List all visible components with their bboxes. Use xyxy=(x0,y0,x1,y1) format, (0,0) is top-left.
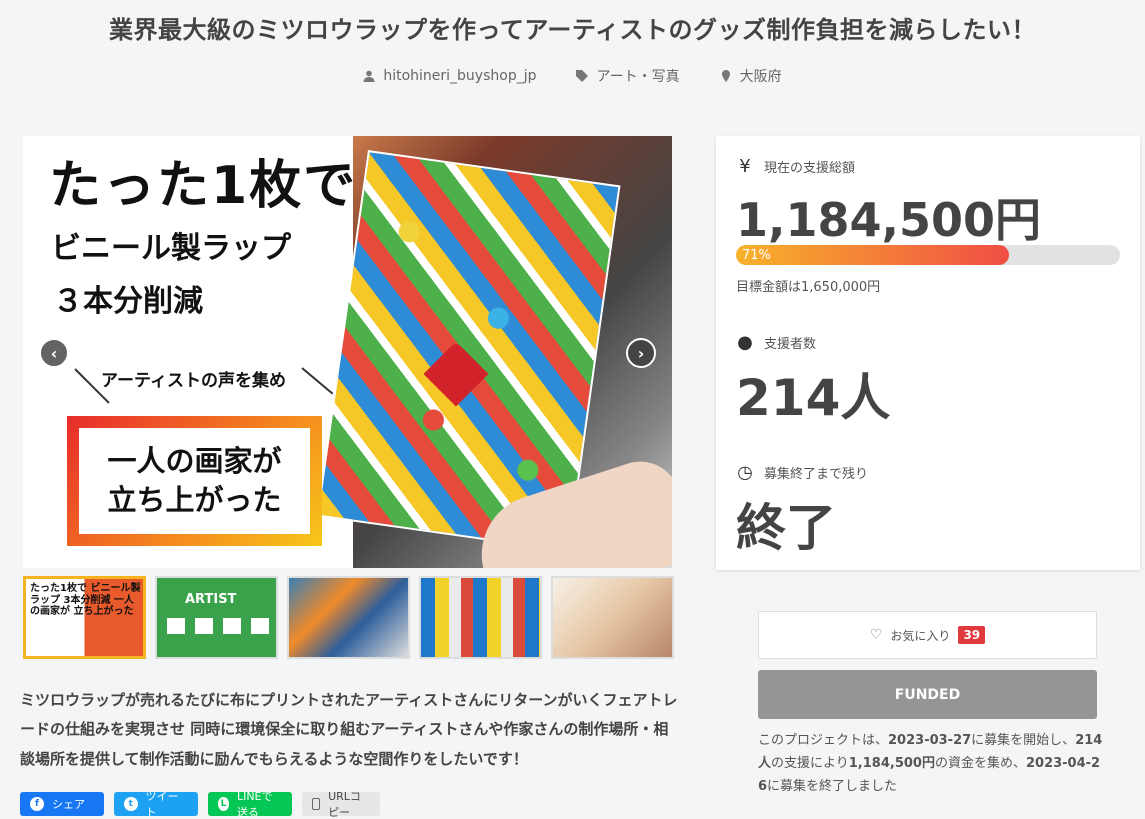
thumbnail-1-text: たった1枚で ビニール製ラップ 3本分削減 一人の画家が 立ち上がった xyxy=(30,583,141,617)
location-link[interactable]: 大阪府 xyxy=(720,66,782,86)
remaining-value: 終了 xyxy=(736,499,836,557)
note-mid2: の支援により xyxy=(771,755,849,771)
project-description: ミツロウラップが売れるたびに布にプリントされたアーティストさんにリターンがいくフ… xyxy=(20,691,678,768)
project-title: 業界最大級のミツロウラップを作ってアーティストのグッズ制作負担を減らしたい！ xyxy=(109,16,1036,44)
decor-slash-right xyxy=(301,367,334,395)
url-copy-label: URLコピー xyxy=(328,790,361,819)
thumbnail-1[interactable]: たった1枚で ビニール製ラップ 3本分削減 一人の画家が 立ち上がった xyxy=(23,576,146,659)
slideshow-prev-button[interactable]: ‹ xyxy=(39,338,69,368)
owner-name: hitohineri_buyshop_jp xyxy=(383,68,537,84)
project-meta: hitohineri_buyshop_jp アート・写真 大阪府 xyxy=(0,66,1145,86)
owner-link[interactable]: hitohineri_buyshop_jp xyxy=(363,66,536,86)
backers-label: ● 支援者数 xyxy=(736,332,816,353)
line-icon: L xyxy=(218,797,229,811)
facebook-share-button[interactable]: f シェア xyxy=(20,792,104,816)
stats-panel: ¥ 現在の支援総額 1,184,500円 71% 目標金額は1,650,000円… xyxy=(716,136,1140,570)
total-label-text: 現在の支援総額 xyxy=(764,161,856,176)
twitter-share-label: ツイート xyxy=(145,790,179,819)
thumbnail-2[interactable]: ARTIST xyxy=(155,576,278,659)
chevron-left-icon: ‹ xyxy=(50,343,58,363)
total-label: ¥ 現在の支援総額 xyxy=(736,156,855,177)
favorite-button[interactable]: ♡ お気に入り 39 xyxy=(758,611,1097,659)
note-prefix: このプロジェクトは、 xyxy=(758,733,889,748)
slideshow-next-button[interactable]: › xyxy=(626,338,656,368)
progress-fill: 71% xyxy=(736,245,1009,265)
remaining-label-text: 募集終了まで残り xyxy=(764,467,869,482)
user-icon xyxy=(363,70,375,82)
goal-amount: 目標金額は1,650,000円 xyxy=(736,280,881,295)
share-buttons: f シェア t ツイート L LINEで送る URLコピー xyxy=(20,790,380,819)
favorite-count-badge: 39 xyxy=(958,626,986,644)
line-share-button[interactable]: L LINEで送る xyxy=(208,790,292,819)
category-link[interactable]: アート・写真 xyxy=(576,66,680,86)
yen-icon: ¥ xyxy=(739,156,751,177)
funded-button[interactable]: FUNDED xyxy=(758,670,1097,719)
total-amount: 1,184,500円 xyxy=(736,193,1041,247)
heart-icon: ♡ xyxy=(869,627,883,643)
hero-voice-text: アーティストの声を集め xyxy=(101,371,286,391)
backers-label-text: 支援者数 xyxy=(764,337,817,352)
thumbnail-3[interactable] xyxy=(287,576,410,659)
hero-slideshow[interactable]: たった1枚で ビニール製ラップ ３本分削減 アーティストの声を集め 一人の画家が… xyxy=(23,136,672,568)
thumbnail-2-text: ARTIST xyxy=(185,592,237,607)
facebook-share-label: シェア xyxy=(52,798,85,811)
hero-headline: たった1枚で xyxy=(49,156,358,216)
facebook-icon: f xyxy=(30,797,44,811)
user-icon: ● xyxy=(737,332,753,353)
url-copy-button[interactable]: URLコピー xyxy=(302,790,380,819)
copy-icon xyxy=(312,798,321,810)
chevron-right-icon: › xyxy=(637,343,645,363)
note-amount: 1,184,500円 xyxy=(848,755,935,771)
line-share-label: LINEで送る xyxy=(236,790,273,819)
progress-percent: 71% xyxy=(742,247,771,263)
note-suffix: に募集を終了しました xyxy=(767,778,898,794)
note-start-date: 2023-03-27 xyxy=(888,733,972,748)
project-summary-note: このプロジェクトは、2023-03-27に募集を開始し、214人の支援により1,… xyxy=(758,730,1103,798)
location-name: 大阪府 xyxy=(739,69,782,85)
funding-progress-bar: 71% xyxy=(736,245,1120,265)
tag-icon xyxy=(576,70,589,82)
hero-subheadline: ビニール製ラップ xyxy=(51,231,291,266)
backers-count: 214人 xyxy=(736,369,891,427)
hero-callout-box: 一人の画家が 立ち上がった xyxy=(67,416,322,546)
twitter-icon: t xyxy=(124,797,138,811)
remaining-label: ◷ 募集終了まで残り xyxy=(736,462,868,483)
twitter-share-button[interactable]: t ツイート xyxy=(114,790,198,819)
callout-line-2: 立ち上がった xyxy=(107,483,282,517)
note-mid3: の資金を集め、 xyxy=(934,755,1026,771)
map-pin-icon xyxy=(721,70,730,82)
thumbnail-4[interactable] xyxy=(419,576,542,659)
callout-line-1: 一人の画家が xyxy=(107,443,282,478)
clock-icon: ◷ xyxy=(737,462,753,483)
thumbnail-strip: たった1枚で ビニール製ラップ 3本分削減 一人の画家が 立ち上がった ARTI… xyxy=(23,576,674,659)
favorite-label: お気に入り xyxy=(890,628,951,643)
note-mid1: に募集を開始し、 xyxy=(971,733,1076,748)
category-name: アート・写真 xyxy=(596,69,680,85)
thumbnail-5[interactable] xyxy=(551,576,674,659)
hero-reduction-text: ３本分削減 xyxy=(53,284,203,319)
